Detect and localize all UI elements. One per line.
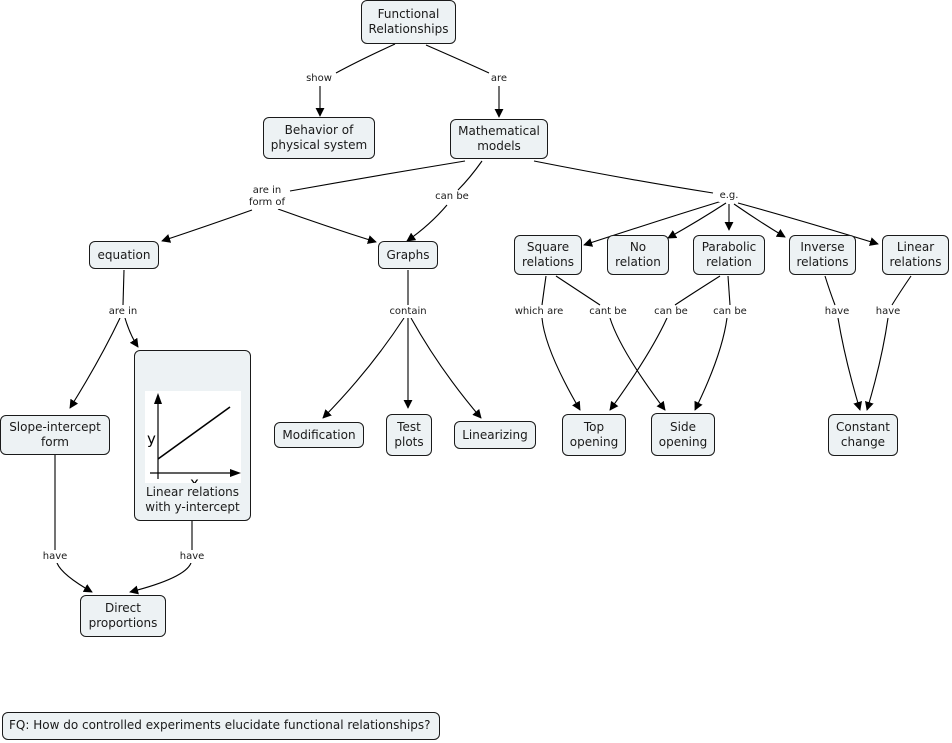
link-label-can-be: can be [434,191,470,203]
arrow-whichare-top [541,317,581,411]
node-no-relation[interactable]: No relation [607,235,669,275]
link-label-have-slope: have [41,551,69,563]
node-direct-proportions[interactable]: Direct proportions [80,595,166,637]
node-label: Linear relations with y-intercept [145,485,240,514]
y-axis-label: y [147,430,156,448]
node-top-opening[interactable]: Top opening [562,414,626,456]
x-axis-label: x [190,474,199,483]
arrow-contain-modification [322,317,405,419]
line-fr-are [425,44,490,74]
node-linear-relations[interactable]: Linear relations [882,235,949,275]
node-mathematical-models[interactable]: Mathematical models [450,119,548,159]
node-side-opening[interactable]: Side opening [651,413,715,456]
node-constant-change[interactable]: Constant change [828,414,898,456]
line-fr-show [335,43,396,74]
linear-graph-image: y x [144,391,241,483]
node-behavior-of-physical-system[interactable]: Behavior of physical system [263,117,375,159]
line-square-cantbe [555,275,601,306]
node-graphs[interactable]: Graphs [378,241,438,269]
line-equation-arein [122,269,125,306]
line-math-canbe [457,160,483,191]
arrow-have-direct1 [56,562,93,593]
line-parabolic-canbe2 [727,275,731,306]
node-inverse-relations[interactable]: Inverse relations [789,235,856,275]
line-square-whichare [541,275,547,306]
focus-question: FQ: How do controlled experiments elucid… [2,712,440,740]
line-parabolic-canbe1 [674,275,721,306]
link-label-eg: e.g. [718,190,740,202]
link-label-which-are: which are [513,306,565,318]
line-math-eg [533,160,714,194]
arrow-areinformof-graphs [277,208,377,244]
arrow-contain-linearizing [410,317,482,419]
link-label-are: are [489,73,509,85]
link-label-cant-be: cant be [588,306,628,318]
node-equation[interactable]: equation [89,241,159,269]
link-label-are-in-form-of: are in form of [247,185,287,209]
arrow-cantbe-side [609,317,666,411]
arrow-canbe1-top [609,317,668,411]
arrow-canbe2-side [694,317,728,411]
link-label-have-yint: have [178,551,206,563]
node-test-plots[interactable]: Test plots [386,414,432,456]
node-parabolic-relation[interactable]: Parabolic relation [693,235,765,275]
arrow-arein-yint [124,317,139,348]
arrow-canbe-graphs [406,204,448,242]
x-axis-arrowhead [229,469,241,477]
arrow-areinformof-equation [161,209,253,243]
node-slope-intercept-form[interactable]: Slope-intercept form [0,415,110,455]
link-label-show: show [305,73,333,85]
arrow-have-constant2 [865,317,889,411]
line-inverse-have [824,275,836,306]
y-axis-arrowhead [153,393,162,404]
link-label-can-be-top: can be [653,306,689,318]
node-functional-relationships[interactable]: Functional Relationships [361,0,456,44]
node-modification[interactable]: Modification [274,422,364,448]
plotted-line [157,406,230,460]
line-math-areinformof [289,160,466,192]
link-label-have-inverse: have [823,306,851,318]
link-label-are-in: are in [107,306,139,318]
node-linearizing[interactable]: Linearizing [454,421,536,449]
node-square-relations[interactable]: Square relations [514,235,582,275]
link-label-can-be-side: can be [712,306,748,318]
arrow-have-direct2 [129,562,192,595]
arrow-have-constant1 [837,317,862,411]
node-linear-relations-with-y-intercept[interactable]: y x Linear relations with y-intercept [134,350,251,521]
link-label-have-linear: have [874,306,902,318]
arrow-arein-slope [69,317,121,409]
link-label-contain: contain [388,306,428,318]
line-linear-have [891,275,912,306]
